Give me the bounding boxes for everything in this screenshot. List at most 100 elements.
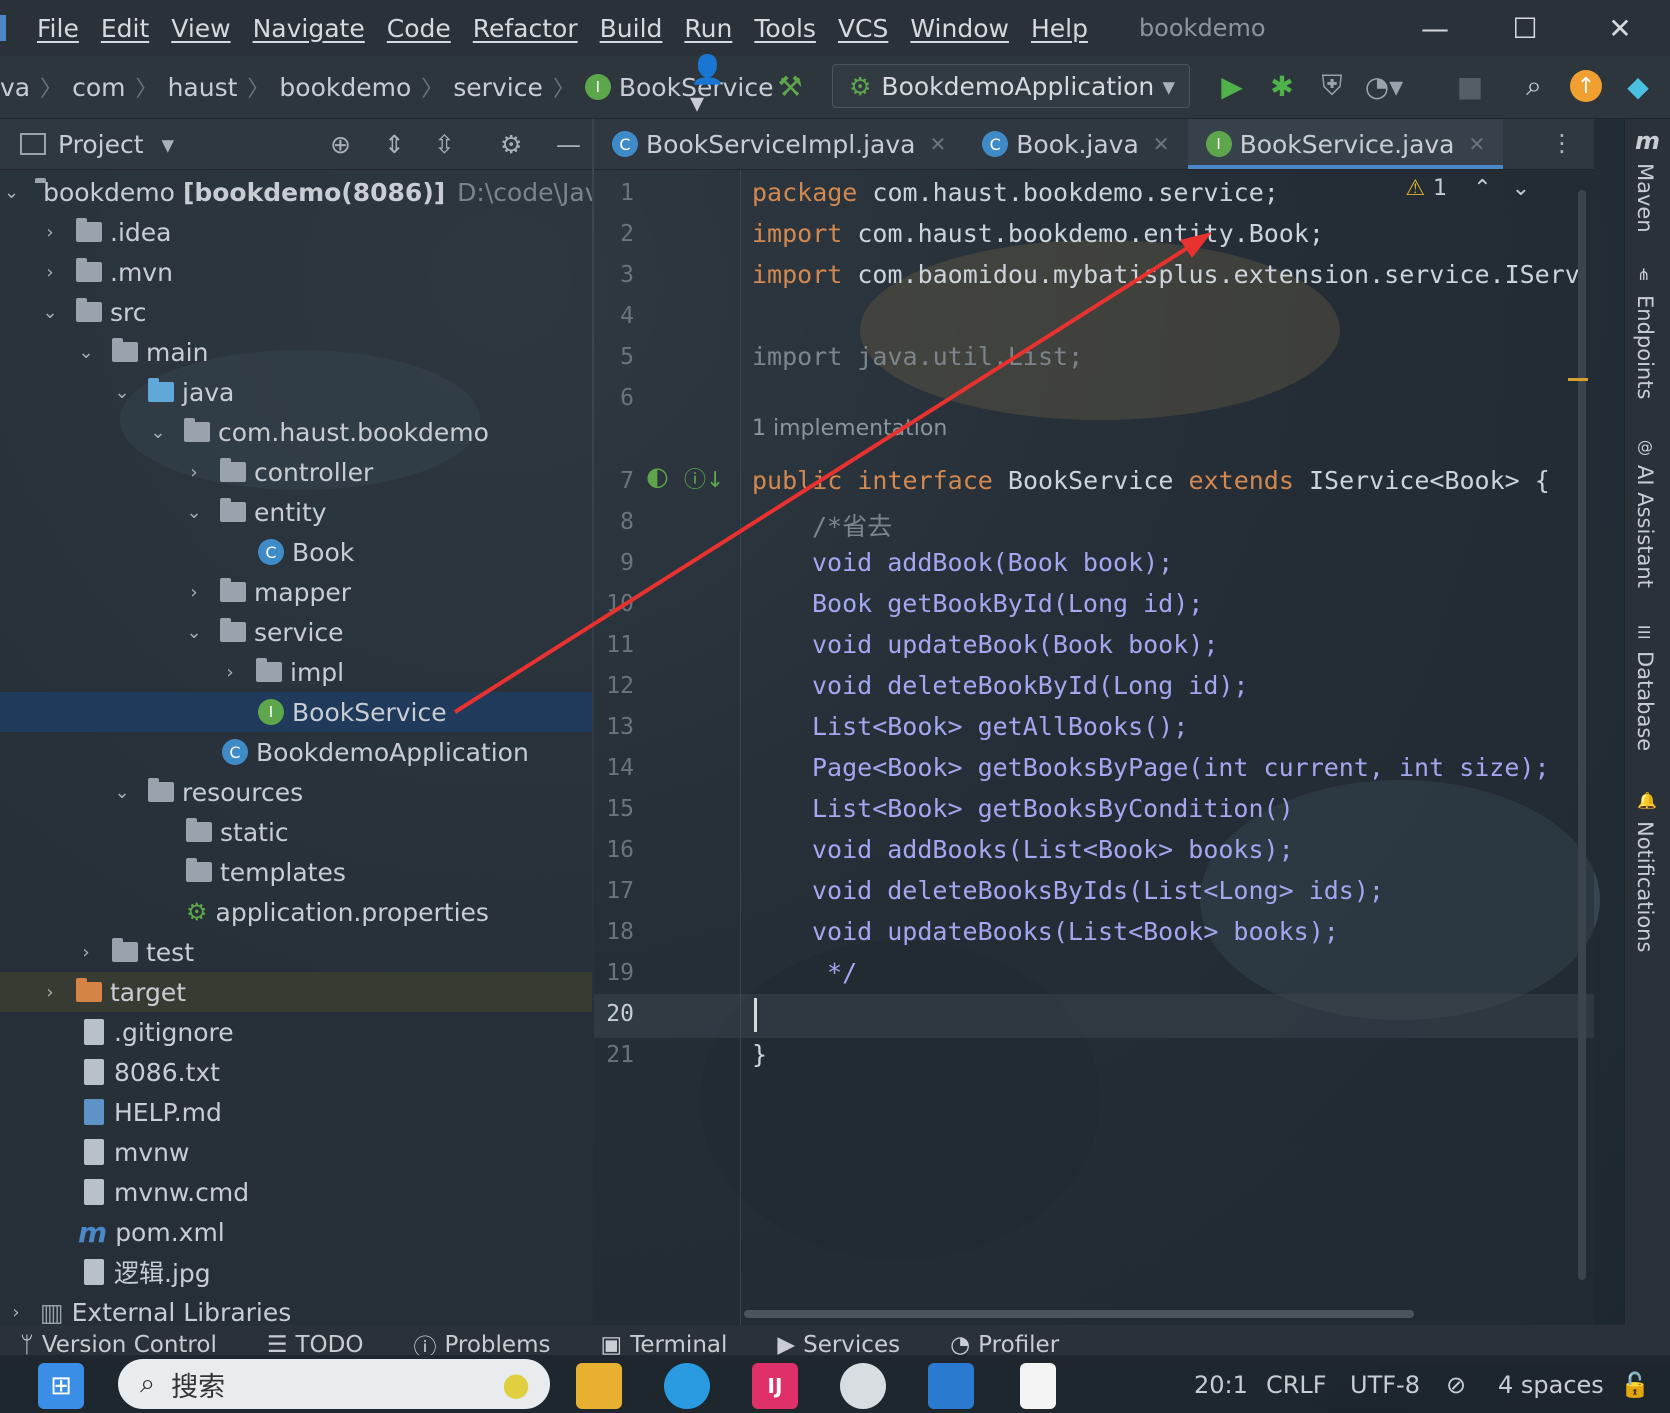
tree-item-gitignore[interactable]: .gitignore [0,1012,592,1052]
code-editor[interactable]: 1 2 3 4 5 6 7 8 9 10 11 12 13 14 15 16 1… [594,170,1594,1325]
menu-code[interactable]: Code [376,14,462,43]
tree-item-templates[interactable]: templates [0,852,592,892]
tab-bookservice[interactable]: I BookService.java ✕ [1187,119,1504,169]
navigate-implementation-icon[interactable]: ⓘ↓ [684,462,724,494]
tree-item-target[interactable]: › target [0,972,592,1012]
edge-browser-icon[interactable] [664,1363,710,1409]
breadcrumb-item[interactable]: va [0,73,30,102]
tree-item-entity[interactable]: ⌄ entity [0,492,592,532]
tree-item-application-properties[interactable]: ⚙ application.properties [0,892,592,932]
search-icon[interactable]: ⌕ [1514,66,1554,106]
profile-icon[interactable]: ◔▾ [1364,66,1404,106]
taskbar-search[interactable]: ⌕ 搜索 ● [118,1359,550,1409]
collapse-all-icon[interactable]: ⇳ [434,130,455,159]
debug-icon[interactable]: ✱ [1262,66,1302,106]
tree-item-impl[interactable]: › impl [0,652,592,692]
tree-item-mvn[interactable]: › .mvn [0,252,592,292]
tree-item-bookservice[interactable]: I BookService [0,692,592,732]
chevron-right-icon[interactable]: › [218,662,242,683]
notepad-icon[interactable] [1020,1363,1056,1409]
hide-panel-icon[interactable]: — [556,130,581,159]
status-cursor-position[interactable]: 20:1 [1194,1371,1248,1399]
tool-window-maven[interactable]: Maven [1633,163,1657,233]
build-hammer-icon[interactable]: ⚒ [770,66,810,106]
update-icon[interactable]: ↑ [1566,66,1606,106]
locate-icon[interactable]: ⊕ [330,130,351,159]
tree-item-bookdemo[interactable]: ⌄ bookdemo [bookdemo(8086)] D:\code\Java [0,172,592,212]
tree-item-bookdemoapplication[interactable]: C BookdemoApplication [0,732,592,772]
lock-icon[interactable]: 🔓 [1620,1371,1650,1399]
menu-file[interactable]: File [26,14,90,43]
tool-window-database[interactable]: Database [1633,651,1657,751]
status-encoding[interactable]: UTF-8 [1350,1371,1420,1399]
tree-item-image[interactable]: 逻辑.jpg [0,1252,592,1292]
breadcrumb-item[interactable]: service [453,73,543,102]
tree-item-mvnw[interactable]: mvnw [0,1132,592,1172]
inspection-widget[interactable]: ⚠ 1 ⌃ ⌄ [1405,176,1530,201]
chevron-down-icon[interactable]: ⌄ [146,422,170,443]
vertical-scrollbar[interactable] [1578,190,1586,1280]
tree-item-test[interactable]: › test [0,932,592,972]
gear-icon[interactable]: ⚙ [500,130,522,159]
close-icon[interactable]: ✕ [1469,132,1486,156]
status-indent[interactable]: 4 spaces [1498,1371,1604,1399]
tree-item-controller[interactable]: › controller [0,452,592,492]
menu-navigate[interactable]: Navigate [242,14,376,43]
implemented-gutter-icon[interactable]: ◐ [646,462,669,492]
tree-item-resources[interactable]: ⌄ resources [0,772,592,812]
chevron-right-icon[interactable]: › [182,462,206,483]
tree-item-static[interactable]: static [0,812,592,852]
menu-vcs[interactable]: VCS [827,14,899,43]
ide-logo-icon[interactable]: ◆ [1618,66,1658,106]
tree-item-help-md[interactable]: HELP.md [0,1092,592,1132]
chevron-right-icon[interactable]: › [38,982,62,1003]
chevron-right-icon[interactable]: › [74,942,98,963]
close-window-button[interactable]: ✕ [1575,0,1665,56]
more-tabs-icon[interactable]: ⋮ [1550,129,1574,157]
warning-stripe-marker[interactable] [1568,378,1588,381]
chevron-down-icon[interactable]: ⌄ [110,782,134,803]
coverage-icon[interactable]: ⛨ [1312,66,1352,106]
file-explorer-icon[interactable] [576,1363,622,1409]
status-line-separator[interactable]: CRLF [1266,1371,1327,1399]
implementation-hint[interactable]: 1 implementation [752,416,947,441]
chevron-down-icon[interactable]: ⌄ [38,302,62,323]
stop-icon[interactable]: ■ [1450,66,1490,106]
menu-window[interactable]: Window [899,14,1020,43]
breadcrumb-item[interactable]: com [72,73,125,102]
tree-item-pom-xml[interactable]: m pom.xml [0,1212,592,1252]
menu-edit[interactable]: Edit [90,14,160,43]
tree-item-src[interactable]: ⌄ src [0,292,592,332]
breadcrumb-item[interactable]: bookdemo [279,73,411,102]
tab-book[interactable]: C Book.java ✕ [964,119,1187,169]
run-configuration-select[interactable]: ⚙ BookdemoApplication ▾ [832,64,1190,108]
tree-item-book[interactable]: C Book [0,532,592,572]
chevron-right-icon[interactable]: › [4,1302,28,1323]
tree-item-java[interactable]: ⌄ java [0,372,592,412]
horizontal-scrollbar[interactable] [744,1310,1414,1318]
tool-window-notifications[interactable]: Notifications [1633,821,1657,952]
power-save-icon[interactable]: ⊘ [1446,1371,1466,1399]
tool-window-ai-assistant[interactable]: AI Assistant [1633,465,1657,588]
menu-refactor[interactable]: Refactor [462,14,589,43]
tree-item-8086-txt[interactable]: 8086.txt [0,1052,592,1092]
tree-item-main[interactable]: ⌄ main [0,332,592,372]
chevron-up-icon[interactable]: ⌃ [1473,176,1491,201]
tree-item-service[interactable]: ⌄ service [0,612,592,652]
menu-help[interactable]: Help [1020,14,1099,43]
expand-all-icon[interactable]: ⇕ [384,130,405,159]
chevron-down-icon[interactable]: ▾ [162,130,175,159]
chevron-down-icon[interactable]: ⌄ [74,342,98,363]
tree-item-package[interactable]: ⌄ com.haust.bookdemo [0,412,592,452]
menu-run[interactable]: Run [673,14,743,43]
run-icon[interactable]: ▶ [1212,66,1252,106]
tool-window-endpoints[interactable]: Endpoints [1633,295,1657,399]
vscode-icon[interactable] [928,1363,974,1409]
tree-item-mvnw-cmd[interactable]: mvnw.cmd [0,1172,592,1212]
chevron-down-icon[interactable]: ⌄ [110,382,134,403]
user-icon[interactable]: 👤▾ [690,53,730,119]
maximize-button[interactable]: ☐ [1480,0,1570,56]
close-icon[interactable]: ✕ [1153,132,1170,156]
project-panel-title[interactable]: Project [58,130,144,159]
tab-bookserviceimpl[interactable]: C BookServiceImpl.java ✕ [594,119,964,169]
